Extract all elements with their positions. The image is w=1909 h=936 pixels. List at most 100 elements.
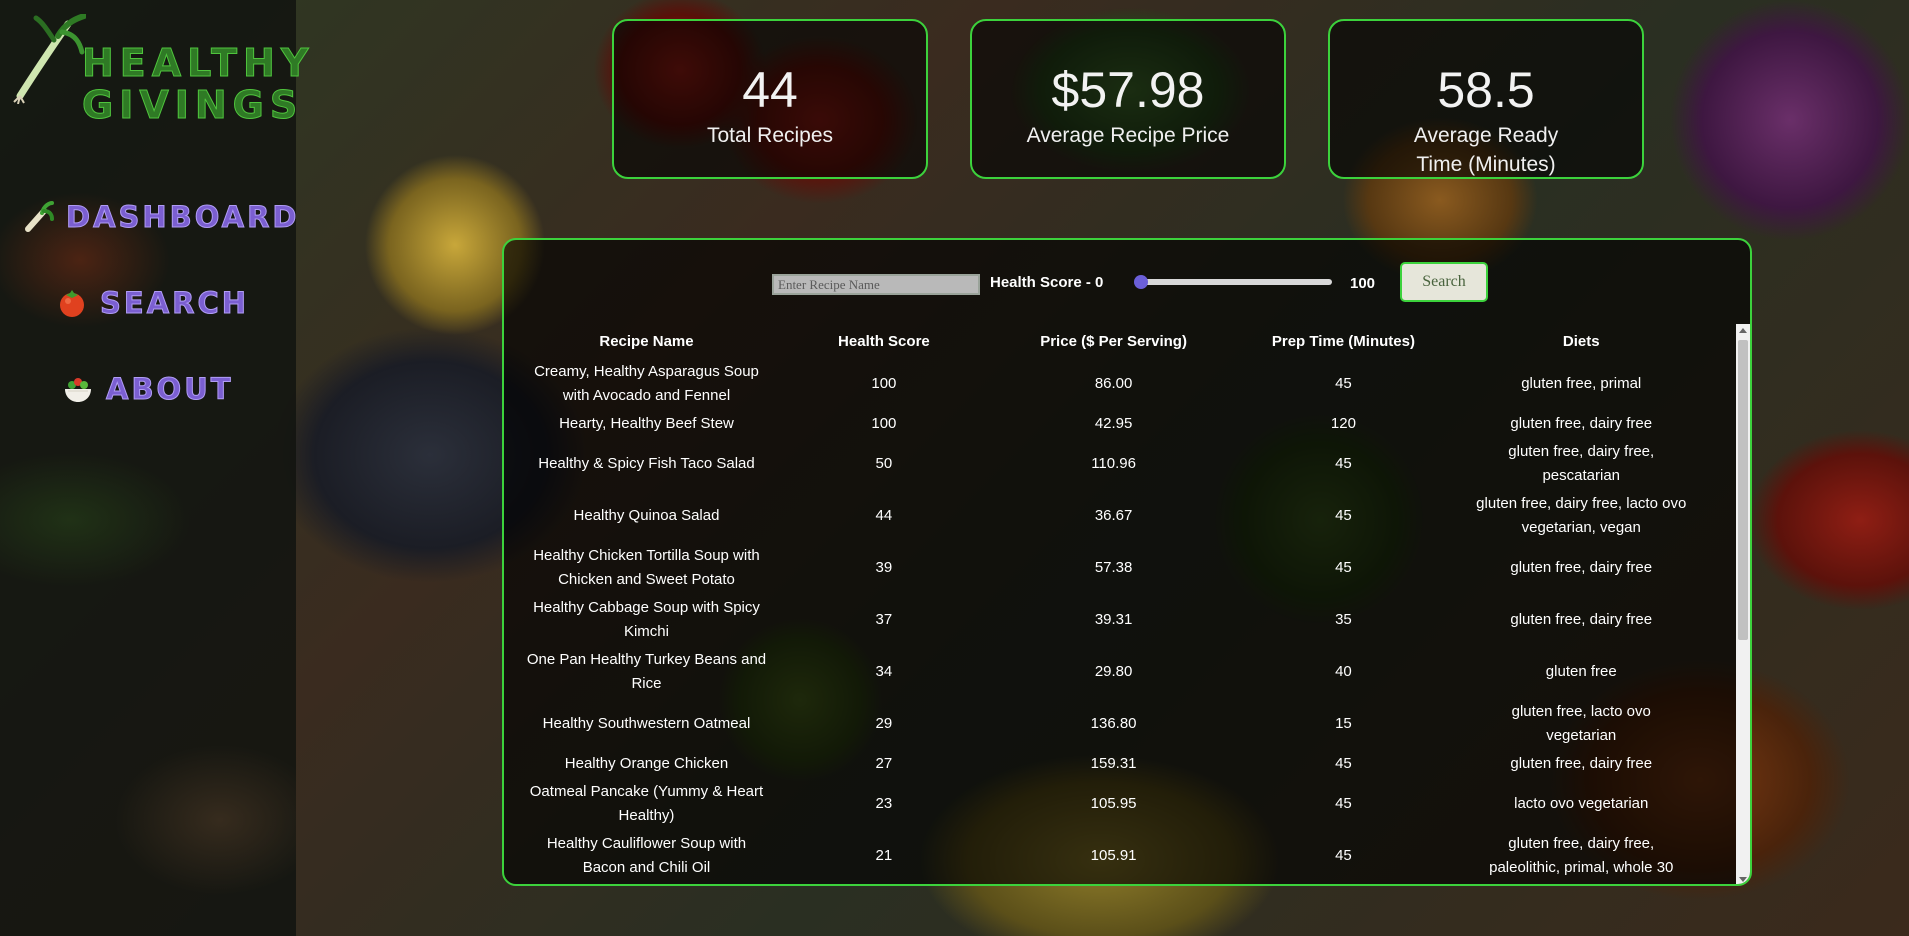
nav-item-search[interactable]: Search (56, 286, 250, 321)
diets-cell: lacto ovo vegetarian (1514, 795, 1649, 812)
recipe-table: Recipe Name Health Score Price ($ Per Se… (514, 324, 1714, 882)
prep-time-cell: 45 (1335, 455, 1352, 472)
table-row[interactable]: Healthy Chicken Tortilla Soup with Chick… (514, 542, 1714, 594)
brand-name-line1: Healthy (82, 41, 315, 85)
prep-time-cell: 45 (1335, 755, 1352, 772)
recipe-name-input[interactable] (772, 274, 980, 295)
price-cell: 159.31 (1090, 755, 1137, 772)
health-score-label: Health Score - 0 (990, 274, 1104, 291)
price-cell: 86.00 (1094, 375, 1133, 392)
health-score-slider[interactable] (1134, 275, 1332, 289)
stat-value: 44 (742, 62, 798, 118)
health-score-cell: 44 (875, 507, 893, 524)
brand-name-line2: Givings (82, 83, 304, 127)
diets-cell: gluten free, dairy free, paleolithic, pr… (1489, 835, 1674, 876)
diets-cell: gluten free, dairy free (1510, 611, 1653, 628)
health-score-cell: 27 (875, 755, 893, 772)
table-row[interactable]: Healthy Southwestern Oatmeal 29 136.80 1… (514, 698, 1714, 750)
table-row[interactable]: Healthy Cabbage Soup with Spicy Kimchi 3… (514, 594, 1714, 646)
stat-label: Total Recipes (706, 124, 834, 147)
health-score-cell: 21 (875, 847, 893, 864)
table-row[interactable]: Creamy, Healthy Asparagus Soup with Avoc… (514, 358, 1714, 410)
stat-card-average-price: $57.98 Average Recipe Price (970, 19, 1286, 179)
leek-icon (13, 14, 86, 104)
nav-label-dashboard: Dashboard (66, 200, 300, 235)
stat-card-total-recipes: 44 Total Recipes (612, 19, 928, 179)
salad-bowl-icon (65, 378, 91, 402)
prep-time-cell: 15 (1335, 715, 1352, 732)
slider-thumb[interactable] (1134, 275, 1148, 289)
brand-logo[interactable]: Healthy Givings (6, 8, 315, 134)
price-cell: 105.91 (1090, 847, 1137, 864)
stat-value: $57.98 (1051, 62, 1205, 118)
column-header: Recipe Name (599, 332, 694, 350)
column-header: Price ($ Per Serving) (1040, 332, 1187, 350)
stat-card-average-ready-time: 58.5 Average Ready Time (Minutes) (1328, 19, 1644, 179)
price-cell: 39.31 (1094, 611, 1133, 628)
nav-label-about: About (106, 372, 234, 407)
recipe-name-cell: Healthy Southwestern Oatmeal (542, 715, 751, 732)
scroll-thumb[interactable] (1738, 340, 1748, 640)
vegetable-icon (25, 201, 54, 232)
tomato-icon (60, 290, 84, 317)
recipe-name-cell: Creamy, Healthy Asparagus Soup with Avoc… (534, 363, 759, 404)
table-row[interactable]: Hearty, Healthy Beef Stew 100 42.95 120 … (514, 410, 1714, 438)
prep-time-cell: 120 (1330, 415, 1356, 432)
table-scrollbar[interactable] (1736, 324, 1750, 884)
recipe-name-cell: Healthy Cauliflower Soup with Bacon and … (546, 835, 747, 876)
nav-label-search: Search (99, 286, 250, 321)
table-row[interactable]: Oatmeal Pancake (Yummy & Heart Healthy) … (514, 778, 1714, 830)
scroll-up-arrow-icon[interactable] (1739, 328, 1747, 333)
prep-time-cell: 35 (1335, 611, 1352, 628)
table-header-row: Recipe Name Health Score Price ($ Per Se… (514, 324, 1714, 358)
table-row[interactable]: Healthy Cauliflower Soup with Bacon and … (514, 830, 1714, 882)
nav-item-dashboard[interactable]: Dashboard (22, 200, 300, 235)
table-row[interactable]: One Pan Healthy Turkey Beans and Rice 34… (514, 646, 1714, 698)
recipe-table-container[interactable]: Recipe Name Health Score Price ($ Per Se… (504, 324, 1736, 884)
health-score-cell: 50 (875, 455, 893, 472)
price-cell: 42.95 (1094, 415, 1133, 432)
recipe-name-cell: Healthy Cabbage Soup with Spicy Kimchi (533, 599, 760, 640)
diets-cell: gluten free, dairy free, pescatarian (1508, 443, 1655, 484)
diets-cell: gluten free (1545, 663, 1617, 680)
price-cell: 29.80 (1094, 663, 1133, 680)
health-score-cell: 29 (875, 715, 893, 732)
prep-time-cell: 40 (1335, 663, 1352, 680)
search-button[interactable]: Search (1400, 262, 1488, 302)
recipe-name-cell: Healthy & Spicy Fish Taco Salad (538, 455, 755, 472)
stat-label: Average Recipe Price (1026, 124, 1230, 147)
price-cell: 110.96 (1091, 455, 1136, 472)
table-row[interactable]: Healthy Orange Chicken 27 159.31 45 glut… (514, 750, 1714, 778)
stat-value: 58.5 (1437, 62, 1535, 118)
slider-max-label: 100 (1350, 275, 1376, 292)
column-header: Health Score (838, 332, 930, 350)
diets-cell: gluten free, dairy free (1510, 415, 1653, 432)
recipe-name-cell: Healthy Chicken Tortilla Soup with Chick… (533, 547, 760, 588)
prep-time-cell: 45 (1335, 847, 1352, 864)
diets-cell: gluten free, lacto ovo vegetarian (1511, 703, 1651, 744)
recipe-search-panel: Health Score - 0 100 Search Recipe Name … (502, 238, 1752, 886)
table-row[interactable]: Healthy Quinoa Salad 44 36.67 45 gluten … (514, 490, 1714, 542)
recipe-name-cell: Healthy Quinoa Salad (573, 507, 720, 524)
prep-time-cell: 45 (1335, 559, 1352, 576)
health-score-cell: 100 (871, 375, 897, 392)
stat-label: Average Ready Time (Minutes) (1413, 124, 1559, 176)
health-score-cell: 39 (875, 559, 893, 576)
prep-time-cell: 45 (1335, 507, 1352, 524)
price-cell: 36.67 (1094, 507, 1133, 524)
price-cell: 105.95 (1090, 795, 1137, 812)
recipe-name-cell: Healthy Orange Chicken (564, 755, 729, 772)
diets-cell: gluten free, dairy free, lacto ovo veget… (1476, 495, 1687, 536)
price-cell: 136.80 (1090, 715, 1137, 732)
brand-name: Healthy Givings (82, 41, 315, 127)
nav-item-about[interactable]: About (62, 372, 234, 407)
scroll-down-arrow-icon[interactable] (1739, 877, 1747, 882)
diets-cell: gluten free, primal (1521, 375, 1642, 392)
health-score-cell: 100 (871, 415, 897, 432)
health-score-cell: 23 (875, 795, 893, 812)
column-header: Prep Time (Minutes) (1271, 332, 1415, 350)
diets-cell: gluten free, dairy free (1510, 559, 1653, 576)
recipe-name-cell: One Pan Healthy Turkey Beans and Rice (526, 651, 767, 692)
recipe-name-cell: Hearty, Healthy Beef Stew (559, 415, 734, 432)
table-row[interactable]: Healthy & Spicy Fish Taco Salad 50 110.9… (514, 438, 1714, 490)
